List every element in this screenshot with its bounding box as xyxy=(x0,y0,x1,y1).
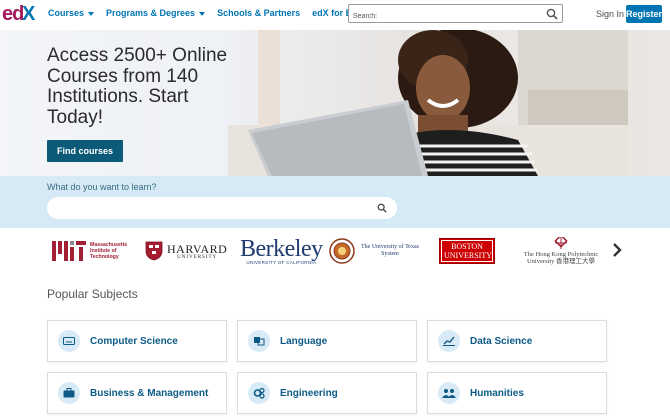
ut-seal-icon xyxy=(329,238,355,264)
harvard-name: HARVARD xyxy=(167,241,228,256)
subject-label: Engineering xyxy=(280,387,338,399)
polyu-logo-icon xyxy=(554,237,568,249)
partner-polyu[interactable]: The Hong Kong Polytechnic University 香港理… xyxy=(514,236,608,266)
subject-label: Humanities xyxy=(470,387,524,399)
partner-mit[interactable]: Massachusetts Institute of Technology xyxy=(52,236,138,266)
search-icon[interactable] xyxy=(546,8,558,20)
caret-down-icon xyxy=(88,11,95,16)
main-nav: Courses Programs & Degrees Schools & Par… xyxy=(48,8,386,18)
edx-logo[interactable]: ed X xyxy=(2,1,36,25)
hero-banner: Access 2500+ Online Courses from 140 Ins… xyxy=(0,30,670,176)
svg-text:X: X xyxy=(22,3,36,25)
header-search xyxy=(348,4,563,25)
partner-harvard[interactable]: HARVARD UNIVERSITY xyxy=(145,236,227,266)
hero-title: Access 2500+ Online Courses from 140 Ins… xyxy=(47,45,228,128)
harvard-shield-icon xyxy=(145,241,163,261)
learn-search-box xyxy=(47,197,397,219)
find-courses-button[interactable]: Find courses xyxy=(47,140,123,162)
hero-student-image xyxy=(228,30,628,176)
subject-card-computer-science[interactable]: Computer Science xyxy=(47,320,227,362)
chart-icon xyxy=(438,330,460,352)
polyu-name: The Hong Kong Polytechnic University 香港理… xyxy=(523,251,599,265)
partner-ut-system[interactable]: The University of Texas System xyxy=(329,236,421,266)
svg-text:ed: ed xyxy=(2,3,23,25)
nav-schools-partners[interactable]: Schools & Partners xyxy=(217,8,300,18)
subject-card-engineering[interactable]: Engineering xyxy=(237,372,417,414)
nav-programs-degrees[interactable]: Programs & Degrees xyxy=(106,8,206,18)
nav-courses-label: Courses xyxy=(48,8,85,18)
header-search-input[interactable] xyxy=(349,8,539,25)
subject-card-data-science[interactable]: Data Science xyxy=(427,320,607,362)
nav-schools-label: Schools & Partners xyxy=(217,8,301,18)
gears-icon xyxy=(248,382,270,404)
people-icon xyxy=(438,382,460,404)
nav-programs-label: Programs & Degrees xyxy=(106,8,196,18)
chevron-right-icon[interactable] xyxy=(611,241,623,259)
subject-card-business-management[interactable]: Business & Management xyxy=(47,372,227,414)
nav-courses[interactable]: Courses xyxy=(48,8,95,18)
learn-search-band: What do you want to learn? xyxy=(0,176,670,228)
berkeley-sub: UNIVERSITY OF CALIFORNIA xyxy=(246,259,317,265)
subject-card-humanities[interactable]: Humanities xyxy=(427,372,607,414)
partner-berkeley[interactable]: Berkeley UNIVERSITY OF CALIFORNIA xyxy=(240,236,323,266)
subject-label: Language xyxy=(280,335,328,347)
partner-logos: Massachusetts Institute of Technology HA… xyxy=(0,228,670,272)
search-icon[interactable] xyxy=(377,203,387,213)
mit-logo-icon xyxy=(52,241,86,261)
subject-label: Business & Management xyxy=(90,387,209,399)
bu-name: BOSTON UNIVERSITY xyxy=(439,238,495,264)
briefcase-icon xyxy=(58,382,80,404)
sign-in-link[interactable]: Sign In xyxy=(596,9,624,19)
subject-label: Data Science xyxy=(470,335,533,347)
learn-search-input[interactable] xyxy=(47,197,367,219)
register-button[interactable]: Register xyxy=(626,5,662,23)
subject-label: Computer Science xyxy=(90,335,178,347)
caret-down-icon xyxy=(199,11,206,16)
language-icon xyxy=(248,330,270,352)
keyboard-icon xyxy=(58,330,80,352)
subject-card-language[interactable]: Language xyxy=(237,320,417,362)
learn-search-label: What do you want to learn? xyxy=(47,182,157,192)
berkeley-name: Berkeley xyxy=(240,235,323,262)
ut-name: The University of Texas System xyxy=(361,244,419,257)
top-header: ed X Courses Programs & Degrees Schools … xyxy=(0,0,670,30)
mit-name: Massachusetts Institute of Technology xyxy=(90,242,128,260)
partner-boston-university[interactable]: BOSTON UNIVERSITY xyxy=(439,236,495,266)
popular-subjects-title: Popular Subjects xyxy=(47,287,138,301)
